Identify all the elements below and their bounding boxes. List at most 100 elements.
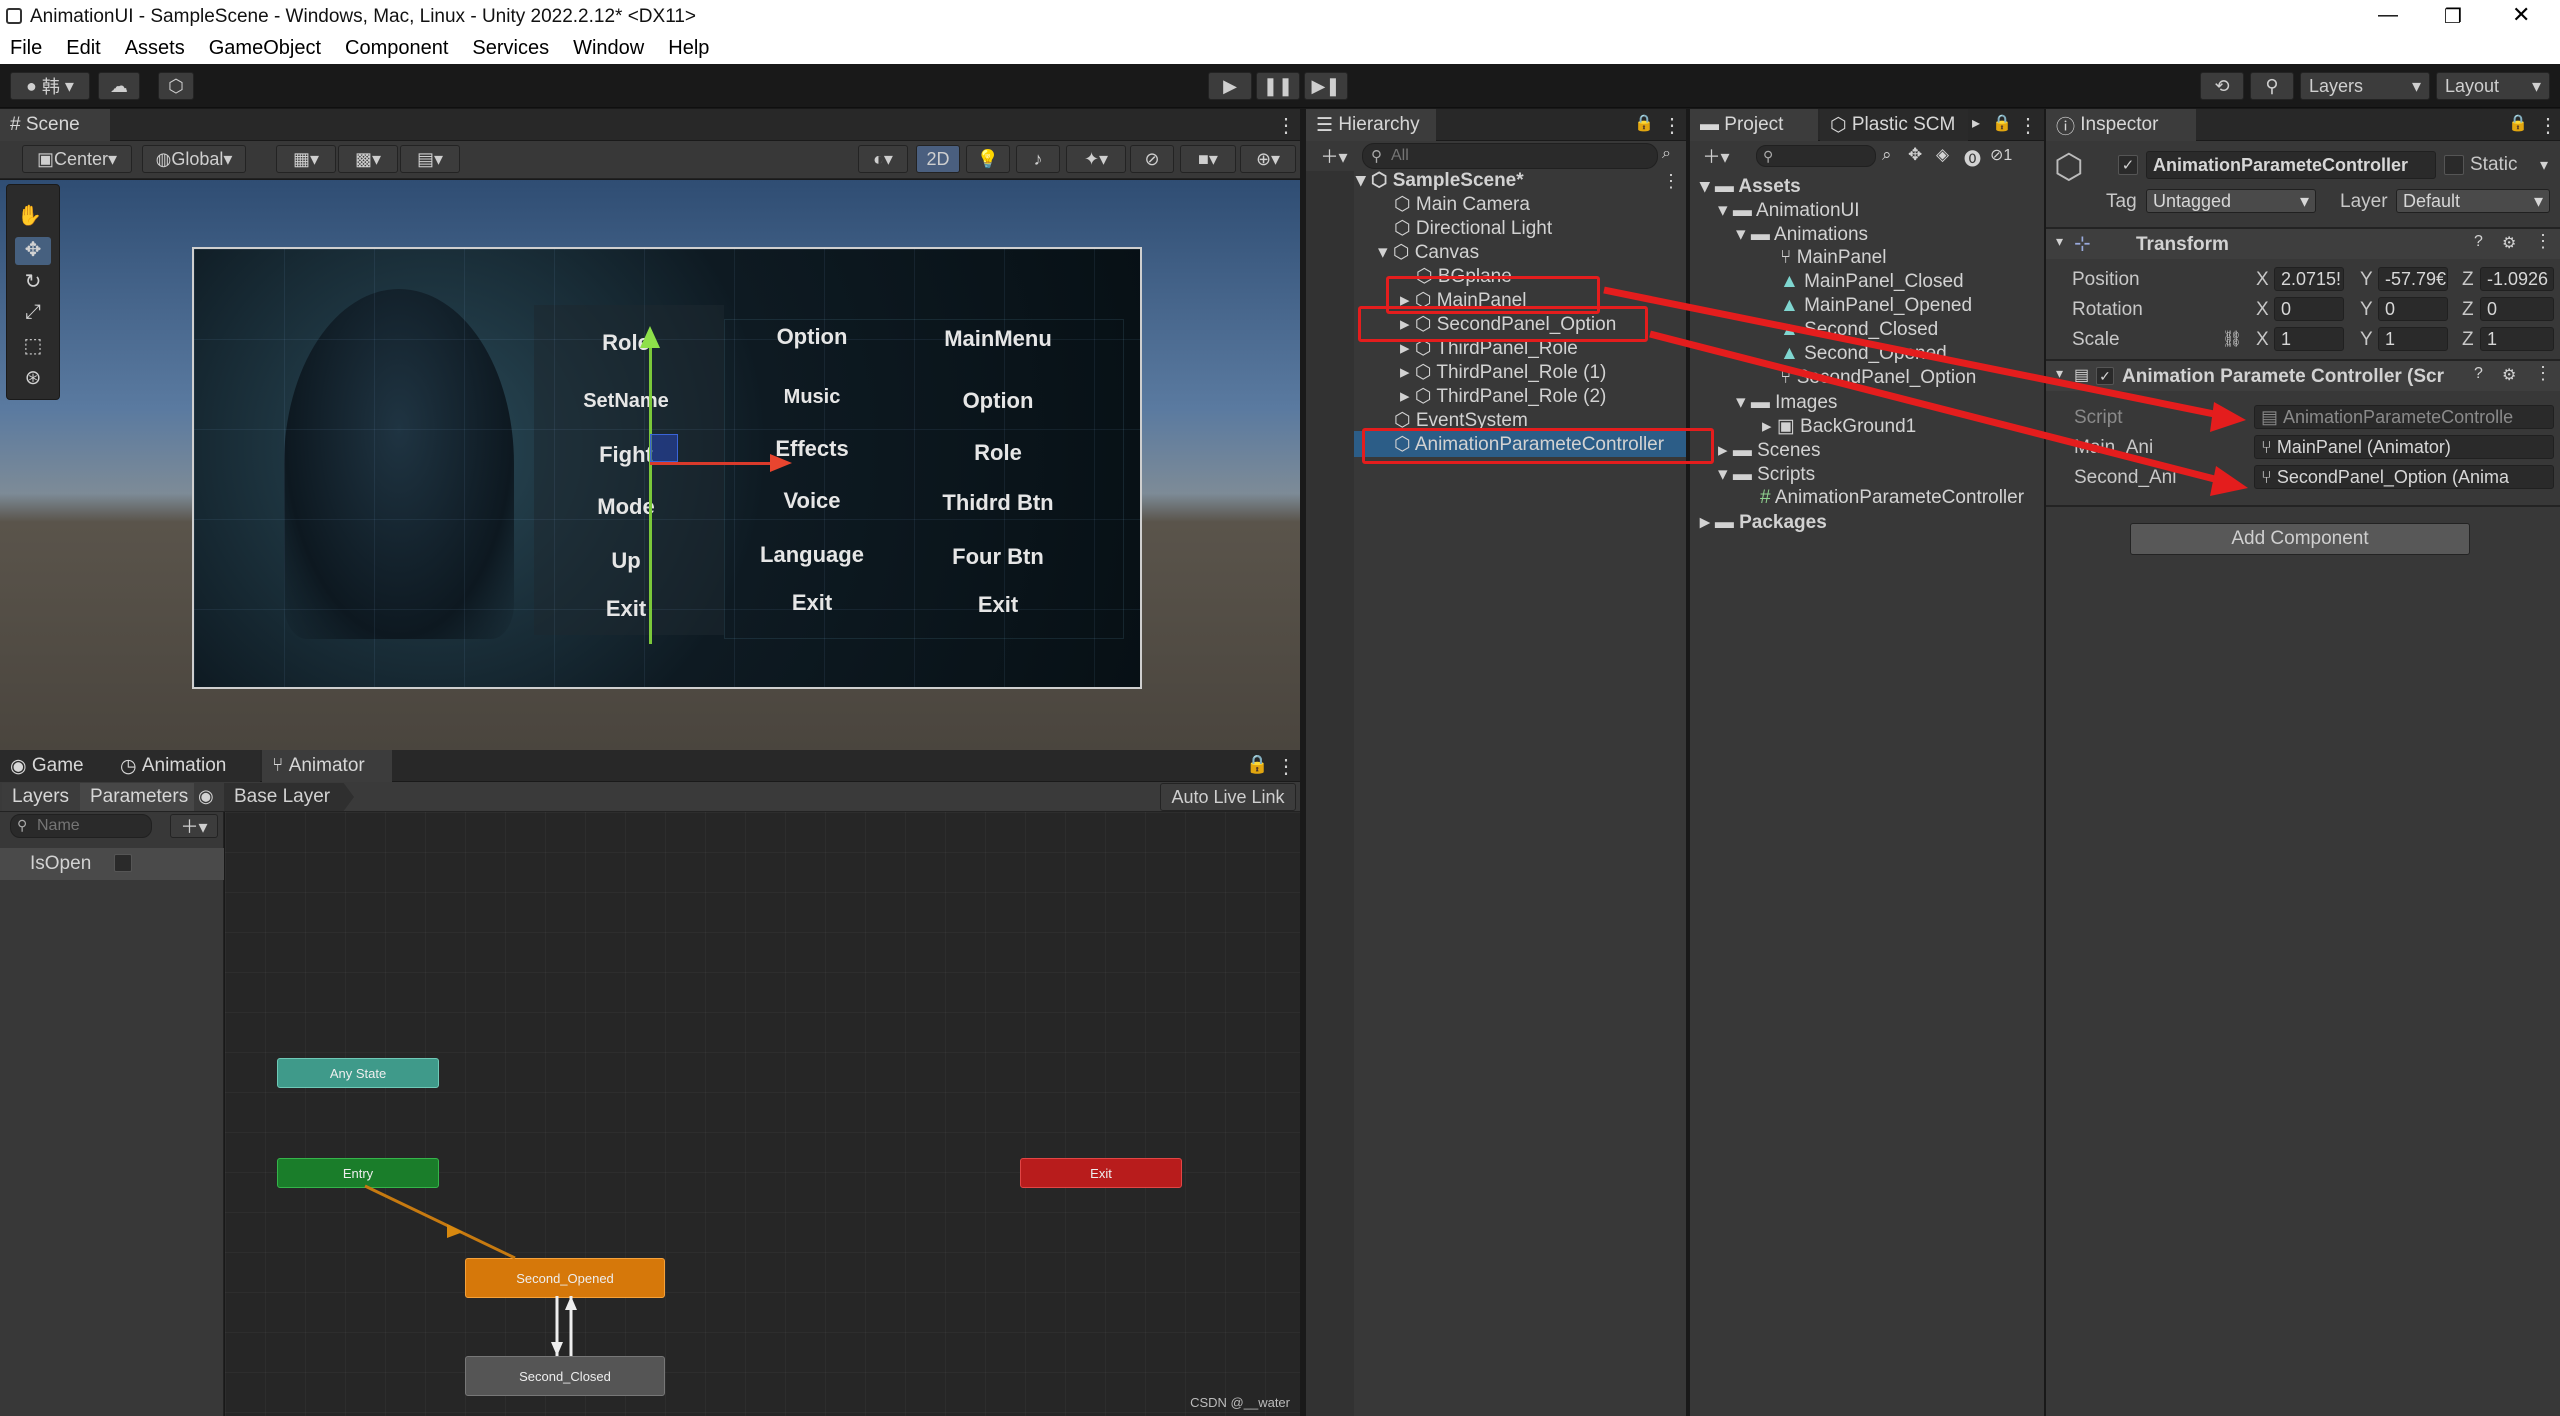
scale-y-field[interactable]: 1 — [2378, 327, 2448, 351]
second-ani-field[interactable]: ⑂ SecondPanel_Option (Anima — [2254, 465, 2554, 489]
add-parameter-button[interactable]: ＋▾ — [170, 814, 218, 838]
rotation-y-field[interactable]: 0 — [2378, 297, 2448, 321]
foldout-icon[interactable]: ▾ — [2056, 233, 2063, 250]
search-button[interactable]: ⚲ — [2250, 72, 2294, 100]
space-dropdown[interactable]: ◍ Global ▾ — [142, 145, 246, 173]
tab-plastic-scm[interactable]: ⬡ Plastic SCM — [1820, 109, 1968, 141]
lock-icon[interactable]: 🔒 — [1246, 754, 1268, 775]
project-item-images[interactable]: ▾ ▬ Images — [1736, 391, 1837, 414]
animator-graph[interactable]: Any State Entry Exit Second_Opened Secon… — [225, 812, 1300, 1416]
menu-component[interactable]: Component — [345, 37, 448, 60]
layers-dropdown[interactable]: Layers ▾ — [2300, 72, 2430, 100]
tab-hierarchy[interactable]: ☰ Hierarchy — [1306, 109, 1436, 141]
parameter-checkbox[interactable] — [114, 854, 132, 872]
play-button[interactable]: ▶ — [1208, 72, 1252, 100]
rect-tool-icon[interactable]: ⬚ — [17, 333, 49, 361]
hierarchy-item-directional-light[interactable]: ⬡ Directional Light — [1394, 217, 1552, 240]
more-icon[interactable]: ⋮ — [1662, 113, 1682, 138]
menu-file[interactable]: File — [10, 37, 42, 60]
cloud-button[interactable]: ☁ — [98, 72, 140, 100]
filter-label-icon[interactable]: ✥ — [1908, 145, 1922, 165]
hidden-count-icon[interactable]: ⊘1 — [1990, 145, 2012, 165]
history-button[interactable]: ⟲ — [2200, 72, 2244, 100]
shading-dropdown[interactable]: ◐▾ — [858, 145, 908, 173]
object-name-field[interactable]: AnimationParameteController — [2146, 151, 2436, 179]
menu-assets[interactable]: Assets — [125, 37, 185, 60]
warning-icon[interactable]: ⓿ — [1964, 145, 1981, 170]
filter-type-icon[interactable]: ⌕ — [1882, 145, 1892, 165]
parameter-search-input[interactable] — [35, 816, 147, 836]
more-icon[interactable]: ⋮ — [2534, 231, 2552, 252]
tab-scene[interactable]: # Scene — [0, 109, 110, 141]
project-item-second-opened[interactable]: ▲ Second_Opened — [1780, 343, 1947, 365]
snap-increment-button[interactable]: ▩▾ — [338, 145, 398, 173]
gizmo-y-arrow-icon[interactable] — [640, 326, 660, 348]
gizmo-x-arrow-icon[interactable] — [770, 454, 792, 472]
position-y-field[interactable]: -57.79€ — [2378, 267, 2448, 291]
effects-dropdown[interactable]: ✦▾ — [1066, 145, 1126, 173]
more-icon[interactable]: ⋮ — [2018, 113, 2038, 138]
toggle-2d-button[interactable]: 2D — [916, 145, 960, 173]
more-icon[interactable]: ⋮ — [2538, 113, 2558, 138]
more-icon[interactable]: ⋮ — [1276, 754, 1296, 779]
more-icon[interactable]: ⋮ — [1276, 113, 1296, 138]
hand-tool-icon[interactable]: ✋ — [17, 203, 49, 231]
project-item-secondpanel-option[interactable]: ⑂ SecondPanel_Option — [1780, 367, 1976, 389]
more-icon[interactable]: ⋮ — [2534, 363, 2552, 384]
preset-icon[interactable]: ⚙ — [2502, 365, 2516, 385]
add-component-button[interactable]: Add Component — [2130, 523, 2470, 555]
tab-animation[interactable]: ◷ Animation — [110, 750, 260, 782]
transform-header[interactable]: ▾ ⊹ Transform ? ⚙ ⋮ — [2046, 229, 2560, 259]
main-ani-field[interactable]: ⑂ MainPanel (Animator) — [2254, 435, 2554, 459]
menu-help[interactable]: Help — [668, 37, 709, 60]
tab-animator[interactable]: ⑂ Animator — [262, 750, 392, 782]
menu-services[interactable]: Services — [472, 37, 549, 60]
grid-snap-button[interactable]: ▦▾ — [276, 145, 336, 173]
menu-edit[interactable]: Edit — [66, 37, 100, 60]
project-item-animationui[interactable]: ▾ ▬ AnimationUI — [1718, 199, 1860, 222]
layout-dropdown[interactable]: Layout ▾ — [2436, 72, 2550, 100]
minimize-icon[interactable]: — — [2378, 4, 2398, 27]
project-item-second-closed[interactable]: ▲ Second_Closed — [1780, 319, 1938, 341]
help-icon[interactable]: ? — [2474, 365, 2483, 383]
help-icon[interactable]: ? — [2474, 233, 2483, 251]
component-enabled-checkbox[interactable]: ✓ — [2096, 367, 2114, 385]
project-search[interactable]: ⚲ — [1756, 145, 1876, 167]
parameter-row[interactable]: IsOpen — [0, 848, 224, 880]
scene-viewport[interactable]: ✋ ✥ ↻ ⤢ ⬚ ⊛ Role SetName Fight Mode Up E… — [0, 180, 1300, 750]
step-button[interactable]: ▶❚ — [1304, 72, 1348, 100]
static-dropdown-icon[interactable]: ▾ — [2540, 155, 2548, 175]
ui-canvas[interactable] — [192, 247, 1142, 689]
menu-window[interactable]: Window — [573, 37, 644, 60]
component-header[interactable]: ▾ ▤ ✓ Animation Paramete Controller (Scr… — [2046, 361, 2560, 391]
more-icon[interactable]: ⋮ — [1662, 171, 1680, 192]
project-item-packages[interactable]: ▸ ▬ Packages — [1700, 511, 1827, 534]
rotation-z-field[interactable]: 0 — [2480, 297, 2554, 321]
project-item-scripts[interactable]: ▾ ▬ Scripts — [1718, 463, 1815, 486]
collab-button[interactable]: ⬡ — [158, 72, 194, 100]
hierarchy-item-thirdpanel-role-1[interactable]: ▸ ⬡ ThirdPanel_Role (1) — [1400, 361, 1606, 384]
camera-dropdown[interactable]: ■▾ — [1180, 145, 1236, 173]
tab-layers[interactable]: Layers — [2, 783, 80, 811]
lighting-button[interactable]: 💡 — [966, 145, 1010, 173]
hierarchy-item-main-camera[interactable]: ⬡ Main Camera — [1394, 193, 1530, 216]
search-options-icon[interactable]: ⌕ — [1662, 145, 1671, 163]
project-item-scenes[interactable]: ▸ ▬ Scenes — [1718, 439, 1820, 462]
project-create-button[interactable]: ＋▾ — [1694, 143, 1738, 169]
project-item-mainpanel-closed[interactable]: ▲ MainPanel_Closed — [1780, 271, 1964, 293]
tab-scroll-icon[interactable]: ▸ — [1972, 113, 1980, 133]
preset-icon[interactable]: ⚙ — [2502, 233, 2516, 253]
gizmos-dropdown[interactable]: ⊕▾ — [1240, 145, 1296, 173]
position-z-field[interactable]: -1.0926 — [2480, 267, 2554, 291]
hidden-objects-button[interactable]: ⊘ — [1130, 145, 1174, 173]
hierarchy-item-thirdpanel-role-2[interactable]: ▸ ⬡ ThirdPanel_Role (2) — [1400, 385, 1606, 408]
project-item-animations[interactable]: ▾ ▬ Animations — [1736, 223, 1868, 246]
gizmo-plane-handle[interactable] — [650, 434, 678, 462]
hierarchy-item-canvas[interactable]: ▾ ⬡ Canvas — [1378, 241, 1479, 264]
project-item-assets[interactable]: ▾ ▬ Assets — [1700, 175, 1801, 198]
tab-project[interactable]: ▬ Project — [1690, 109, 1818, 141]
create-button[interactable]: ＋▾ — [1312, 143, 1356, 169]
static-checkbox[interactable] — [2444, 155, 2464, 175]
hierarchy-scene[interactable]: ▾ ⬡ SampleScene* — [1356, 169, 1524, 192]
scale-x-field[interactable]: 1 — [2274, 327, 2344, 351]
